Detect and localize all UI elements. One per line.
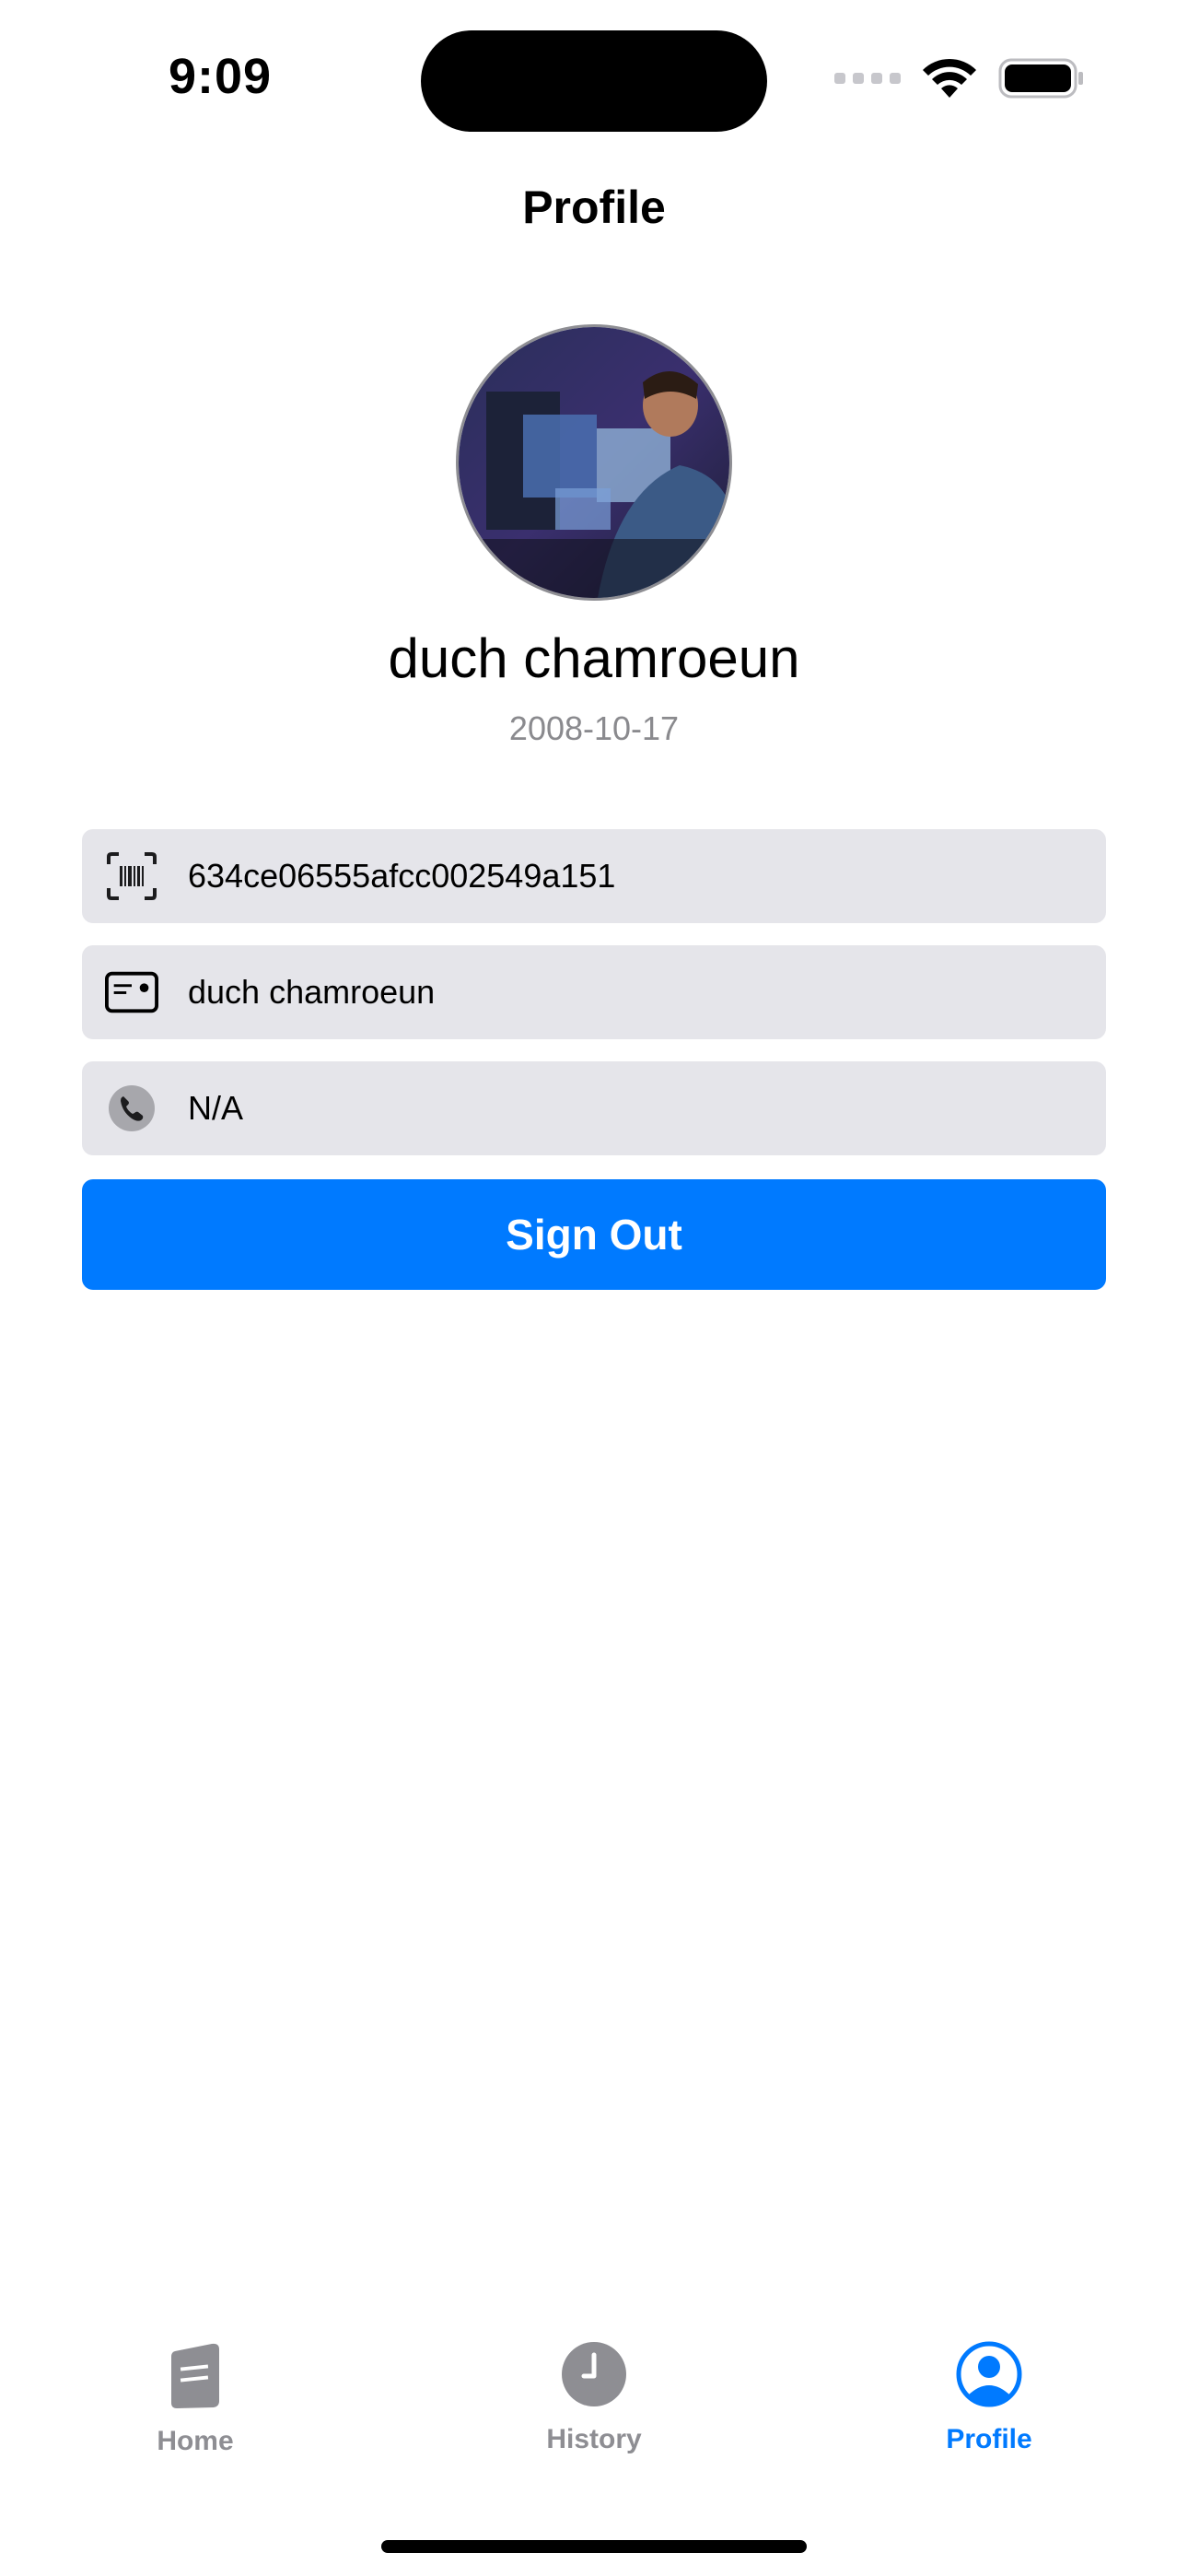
wifi-icon xyxy=(921,57,978,100)
tab-profile-label: Profile xyxy=(946,2424,1032,2454)
tab-profile[interactable]: Profile xyxy=(869,2340,1109,2455)
user-name: duch chamroeun xyxy=(388,627,800,689)
user-birth-date: 2008-10-17 xyxy=(508,709,680,747)
document-icon xyxy=(166,2340,225,2415)
sign-out-button[interactable]: Sign Out xyxy=(82,1179,1106,1290)
battery-icon xyxy=(998,58,1085,99)
avatar xyxy=(456,324,732,601)
cellular-signal-icon xyxy=(834,73,901,84)
tab-home[interactable]: Home xyxy=(76,2340,315,2457)
full-name-value: duch chamroeun xyxy=(188,973,436,1011)
full-name-field: duch chamroeun xyxy=(82,945,1106,1039)
tab-bar: Home History Profile xyxy=(0,2340,1188,2488)
phone-value: N/A xyxy=(188,1089,244,1127)
dynamic-island xyxy=(421,30,767,132)
phone-field: N/A xyxy=(82,1061,1106,1155)
page-title: Profile xyxy=(522,181,666,233)
tab-history-label: History xyxy=(546,2424,642,2454)
id-card-icon xyxy=(105,966,158,1019)
user-id-value: 634ce06555afcc002549a151 xyxy=(188,857,616,895)
status-indicators xyxy=(834,55,1085,101)
clock-icon xyxy=(560,2340,628,2413)
tab-home-label: Home xyxy=(157,2426,234,2456)
barcode-scan-icon xyxy=(105,849,158,903)
tab-history[interactable]: History xyxy=(474,2340,714,2455)
phone-icon xyxy=(105,1082,158,1135)
person-circle-icon xyxy=(955,2340,1023,2413)
status-time: 9:09 xyxy=(169,49,273,104)
user-id-field: 634ce06555afcc002549a151 xyxy=(82,829,1106,923)
home-indicator xyxy=(381,2540,807,2553)
profile-screen: 9:09 Profile duch chamroeun 2008-10-17 6… xyxy=(0,0,1188,2576)
